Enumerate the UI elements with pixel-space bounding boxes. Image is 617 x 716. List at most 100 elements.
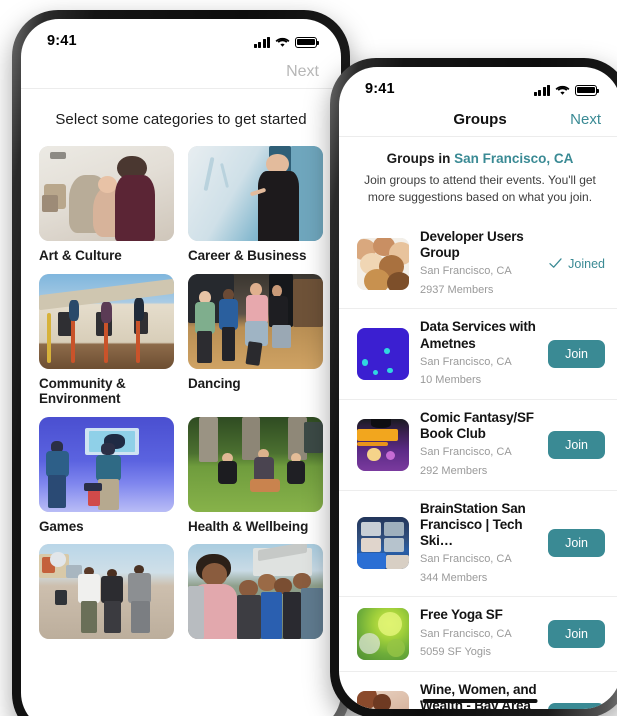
status-icon-group [533, 83, 600, 96]
screenshot-canvas: 9:41 Next Select some categories to get … [0, 0, 617, 716]
group-location: San Francisco, CA [420, 553, 512, 566]
right-status-bar: 9:41 [339, 67, 617, 103]
battery-full-icon [575, 84, 600, 96]
group-name: Data Services with Ametnes [420, 319, 536, 351]
group-action[interactable]: Join [548, 340, 605, 369]
green-bokeh-hands-thumb [357, 608, 409, 661]
join-button[interactable]: Join [548, 620, 605, 649]
check-icon [549, 258, 562, 268]
group-members: 344 Members [420, 571, 488, 584]
groups-subtitle: Join groups to attend their events. You'… [364, 173, 596, 205]
groups-location: San Francisco, CA [454, 151, 574, 166]
category-label: Art & Culture [39, 248, 122, 263]
category-label: Health & Wellbeing [188, 518, 309, 534]
health-wellbeing-photo [188, 416, 323, 512]
group-members: 5059 SF Yogis [420, 646, 491, 659]
cellular-bars-icon [533, 84, 550, 96]
purple-book-cover-thumb [357, 418, 409, 471]
group-info: Developer Users Group San Francisco, CA … [420, 229, 538, 299]
group-row[interactable]: BrainStation San Francisco | Tech Ski… S… [339, 491, 617, 598]
category-card-community-environment[interactable]: Community & Environment [39, 273, 174, 407]
group-info: Data Services with Ametnes San Francisco… [420, 319, 537, 389]
group-name: Wine, Women, and Wealth - Bay Area [420, 681, 537, 709]
category-card-career-business[interactable]: Career & Business [188, 146, 323, 264]
category-card-photography[interactable] [39, 544, 174, 646]
next-button[interactable]: Next [286, 63, 319, 81]
category-grid: Art & Culture Career & Business Communit… [21, 146, 341, 646]
groups-title-prefix: Groups in [386, 151, 455, 166]
joined-label: Joined [568, 256, 605, 271]
category-card-art-culture[interactable]: Art & Culture [39, 146, 174, 264]
group-row[interactable]: Wine, Women, and Wealth - Bay Area San F… [339, 672, 617, 709]
career-business-photo [188, 146, 323, 241]
category-card-dancing[interactable]: Dancing [188, 273, 323, 407]
group-action[interactable]: Join [548, 430, 605, 459]
joined-status-badge[interactable]: Joined [549, 257, 605, 271]
group-action[interactable]: Join [548, 702, 605, 709]
photographers-photo [39, 544, 174, 640]
category-card-health-wellbeing[interactable]: Health & Wellbeing [188, 416, 323, 535]
group-row[interactable]: Data Services with Ametnes San Francisco… [339, 309, 617, 400]
group-info: Comic Fantasy/SF Book Club San Francisco… [420, 410, 537, 480]
group-action[interactable]: Join [548, 529, 605, 558]
wifi-icon [275, 37, 290, 47]
group-info: Wine, Women, and Wealth - Bay Area San F… [420, 682, 537, 709]
status-time: 9:41 [365, 81, 395, 97]
faces-collage-thumb [357, 237, 409, 290]
category-label: Career & Business [188, 248, 307, 263]
group-location: San Francisco, CA [420, 627, 512, 640]
indigo-dots-logo-thumb [357, 328, 409, 381]
games-photo [39, 416, 174, 512]
status-time: 9:41 [47, 33, 77, 49]
groups-header: Groups in San Francisco, CA Join groups … [339, 137, 617, 209]
join-button[interactable]: Join [548, 430, 605, 459]
group-name: Developer Users Group [420, 228, 524, 260]
category-card-identity-language[interactable] [188, 544, 323, 646]
group-name: BrainStation San Francisco | Tech Ski… [420, 500, 526, 548]
cellular-bars-icon [253, 36, 270, 48]
category-label: Dancing [188, 375, 241, 391]
group-members: 10 Members [420, 374, 482, 387]
wifi-icon [555, 85, 570, 95]
left-status-bar: 9:41 [21, 19, 341, 55]
video-call-grid-thumb [357, 517, 409, 570]
page-title: Groups [453, 111, 507, 128]
dancing-photo [188, 273, 323, 369]
group-row[interactable]: Free Yoga SF San Francisco, CA 5059 SF Y… [339, 597, 617, 672]
group-members: 2937 Members [420, 283, 494, 296]
join-button[interactable]: Join [548, 529, 605, 558]
group-info: Free Yoga SF San Francisco, CA 5059 SF Y… [420, 607, 537, 660]
group-location: San Francisco, CA [420, 265, 512, 278]
category-label: Games [39, 518, 84, 534]
battery-full-icon [295, 36, 320, 48]
home-indicator-bar [422, 699, 538, 703]
next-button[interactable]: Next [570, 111, 601, 128]
group-row[interactable]: Developer Users Group San Francisco, CA … [339, 219, 617, 310]
groups-nav-bar: Groups Next [339, 103, 617, 137]
left-phone-device: 9:41 Next Select some categories to get … [12, 10, 350, 716]
group-location: San Francisco, CA [420, 446, 512, 459]
left-phone-screen: 9:41 Next Select some categories to get … [21, 19, 341, 716]
right-phone-device: 9:41 Groups Next Groups in San Francisco… [330, 58, 617, 716]
status-icon-group [253, 35, 320, 48]
groups-location-title: Groups in San Francisco, CA [347, 151, 613, 166]
group-action[interactable]: Join [548, 620, 605, 649]
group-name: Free Yoga SF [420, 607, 503, 623]
community-environment-photo [39, 273, 174, 369]
left-nav-bar: Next [21, 55, 341, 89]
group-location: San Francisco, CA [420, 355, 512, 368]
category-heading: Select some categories to get started [55, 111, 307, 128]
group-action[interactable]: Joined [549, 257, 605, 271]
group-row[interactable]: Comic Fantasy/SF Book Club San Francisco… [339, 400, 617, 491]
join-button[interactable]: Join [548, 702, 605, 709]
category-card-games[interactable]: Games [39, 416, 174, 535]
wine-women-monogram-thumb [357, 690, 409, 709]
group-of-women-photo [188, 544, 323, 640]
group-members: 292 Members [420, 464, 488, 477]
group-name: Comic Fantasy/SF Book Club [420, 409, 534, 442]
groups-list: Developer Users Group San Francisco, CA … [339, 219, 617, 709]
category-label: Community & Environment [39, 375, 126, 407]
group-info: BrainStation San Francisco | Tech Ski… S… [420, 501, 537, 587]
join-button[interactable]: Join [548, 340, 605, 369]
art-culture-photo [39, 146, 174, 241]
